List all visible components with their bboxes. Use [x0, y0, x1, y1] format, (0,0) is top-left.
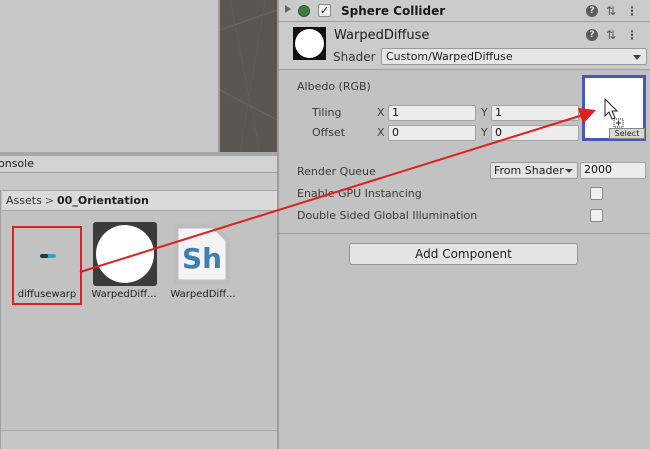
texture-icon	[34, 246, 62, 266]
presets-icon[interactable]: ⇅	[606, 4, 616, 18]
shader-dropdown[interactable]: Custom/WarpedDiffuse	[381, 48, 647, 65]
asset-label: WarpedDiff...	[170, 289, 236, 300]
gpu-instancing-label: Enable GPU Instancing	[297, 187, 422, 200]
render-queue-mode: From Shader	[494, 164, 564, 177]
chevron-down-icon	[633, 55, 641, 60]
breadcrumb: Assets >00_Orientation	[2, 190, 278, 211]
sphere-collider-header[interactable]: ✓ Sphere Collider ? ⇅ ⋮	[279, 0, 650, 22]
asset-label: WarpedDiff...	[91, 289, 157, 300]
asset-diffusewarp[interactable]: diffusewarp	[12, 226, 82, 305]
material-header: WarpedDiffuse ? ⇅ ⋮ Shader Custom/Warped…	[279, 22, 650, 70]
inspector-separator	[279, 233, 650, 234]
render-queue-dropdown[interactable]: From Shader	[490, 162, 578, 179]
gameobject-enabled-icon	[298, 5, 310, 17]
material-preview	[293, 27, 326, 60]
shader-icon: Sh	[172, 222, 236, 286]
tiling-x-field[interactable]: 1	[388, 105, 476, 121]
offset-label: Offset	[312, 126, 346, 139]
offset-y-axis: Y	[481, 126, 488, 139]
console-body	[0, 173, 277, 190]
tiling-y-field[interactable]: 1	[491, 105, 579, 121]
component-enabled-checkbox[interactable]: ✓	[318, 4, 331, 17]
material-name: WarpedDiffuse	[334, 28, 430, 43]
header-icons: ? ⇅ ⋮	[586, 4, 642, 18]
asset-label: diffusewarp	[17, 289, 77, 300]
add-component-button[interactable]: Add Component	[349, 243, 578, 265]
asset-warped-diffuse-material[interactable]: WarpedDiff...	[91, 222, 164, 306]
breadcrumb-current[interactable]: 00_Orientation	[57, 194, 149, 207]
component-title: Sphere Collider	[341, 4, 446, 18]
offset-x-axis: X	[377, 126, 385, 139]
chevron-down-icon	[565, 169, 573, 173]
console-tab-label: onsole	[0, 157, 34, 170]
drag-cursor-icon	[603, 97, 625, 131]
tiling-x-axis: X	[377, 106, 385, 119]
offset-x-field[interactable]: 0	[388, 125, 476, 141]
scene-view-area	[0, 0, 218, 152]
context-menu-icon[interactable]: ⋮	[626, 28, 638, 42]
material-sphere-icon	[295, 29, 324, 58]
material-sphere-icon	[93, 222, 157, 286]
shader-icon-text: Sh	[182, 242, 222, 275]
asset-warped-diffuse-shader[interactable]: Sh WarpedDiff...	[170, 222, 242, 306]
project-footer	[1, 430, 278, 449]
gpu-instancing-checkbox[interactable]	[590, 187, 603, 200]
presets-icon[interactable]: ⇅	[606, 28, 616, 42]
shader-label: Shader	[333, 50, 376, 64]
albedo-label: Albedo (RGB)	[297, 80, 371, 93]
console-tab[interactable]: onsole	[0, 156, 277, 173]
fold-arrow-icon[interactable]	[285, 5, 291, 13]
offset-y-field[interactable]: 0	[491, 125, 579, 141]
scene-viewport[interactable]	[220, 0, 277, 152]
double-sided-gi-checkbox[interactable]	[590, 209, 603, 222]
inspector-panel: ✓ Sphere Collider ? ⇅ ⋮ WarpedDiffuse ? …	[279, 0, 650, 449]
double-sided-gi-label: Double Sided Global Illumination	[297, 209, 478, 222]
material-header-icons: ? ⇅ ⋮	[586, 28, 642, 42]
render-queue-value[interactable]: 2000	[580, 162, 646, 179]
breadcrumb-root[interactable]: Assets	[6, 194, 42, 207]
context-menu-icon[interactable]: ⋮	[626, 4, 638, 18]
help-icon[interactable]: ?	[586, 29, 598, 41]
breadcrumb-separator: >	[44, 194, 55, 207]
render-queue-label: Render Queue	[297, 165, 376, 178]
tiling-label: Tiling	[312, 106, 342, 119]
help-icon[interactable]: ?	[586, 5, 598, 17]
shader-value: Custom/WarpedDiffuse	[386, 50, 513, 63]
tiling-y-axis: Y	[481, 106, 488, 119]
